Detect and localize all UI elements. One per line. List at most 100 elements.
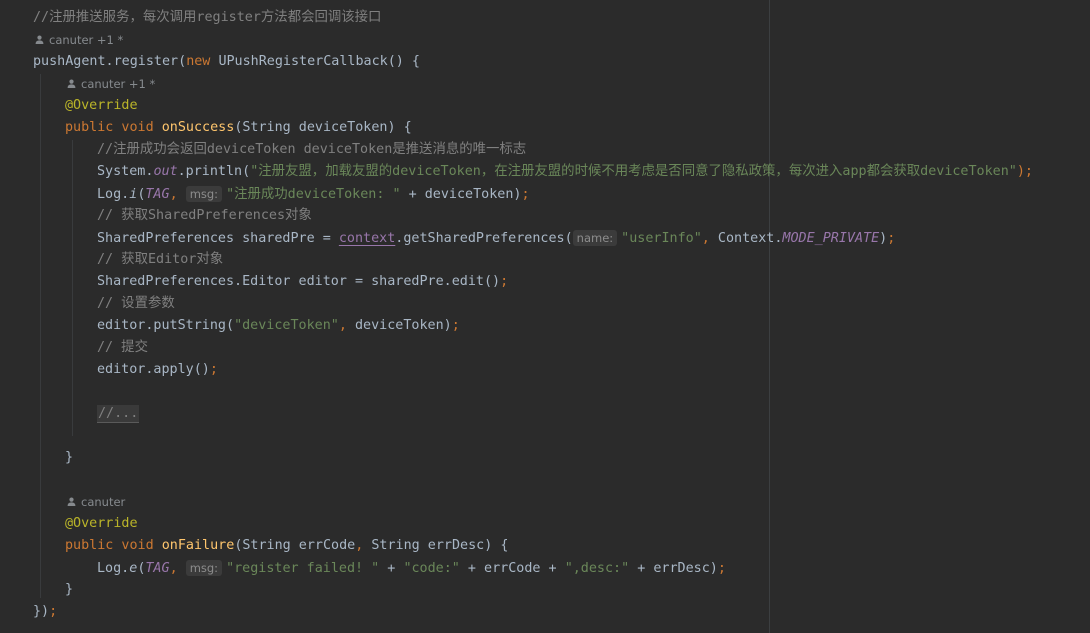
- code-token: SharedPreferences sharedPre =: [97, 231, 339, 246]
- code-line: public void onFailure(String errCode, St…: [65, 535, 508, 557]
- code-token: }): [33, 604, 50, 619]
- code-token: pushAgent.register(: [33, 54, 187, 69]
- code-token: ;: [717, 561, 726, 576]
- code-line: pushAgent.register(new UPushRegisterCall…: [33, 51, 420, 73]
- indent-guide: [40, 74, 41, 598]
- code-token: "注册友盟，加载友盟的deviceToken，在注册友盟的时候不用考虑是否同意了…: [250, 164, 1017, 179]
- code-token: "userInfo": [621, 231, 702, 246]
- code-token: editor.apply(): [97, 362, 210, 377]
- code-token: onSuccess: [161, 120, 235, 135]
- code-token: Context.: [717, 231, 783, 246]
- author-label[interactable]: canuter +1 *: [81, 77, 155, 91]
- person-icon: [67, 79, 76, 88]
- code-line: @Override: [65, 95, 138, 117]
- code-line: });: [33, 601, 57, 623]
- code-token: (String deviceToken) {: [234, 120, 412, 135]
- author-annotation: canuter: [67, 491, 125, 513]
- code-line: editor.apply();: [97, 359, 218, 381]
- code-token: TAG: [145, 561, 170, 576]
- code-line: //注册推送服务，每次调用register方法都会回调该接口: [33, 7, 381, 29]
- code-token: UPushRegisterCallback() {: [218, 54, 420, 69]
- code-line: editor.putString("deviceToken", deviceTo…: [97, 315, 460, 337]
- code-token: ;: [887, 231, 896, 246]
- code-line: // 设置参数: [97, 293, 175, 315]
- code-token: out: [153, 164, 178, 179]
- person-icon: [35, 35, 44, 44]
- code-token: editor.putString(: [97, 318, 235, 333]
- code-token: "注册成功deviceToken: ": [226, 187, 401, 202]
- parameter-hint: msg:: [185, 560, 223, 576]
- code-token: MODE_PRIVATE: [782, 231, 880, 246]
- code-token: );: [1016, 164, 1033, 179]
- code-token: @Override: [65, 516, 138, 531]
- code-line: Log.e(TAG, msg: "register failed! " + "co…: [97, 557, 726, 579]
- code-editor[interactable]: //注册推送服务，每次调用register方法都会回调该接口 canuter +1…: [0, 0, 1090, 633]
- code-token: ,: [355, 538, 372, 553]
- folded-code-block[interactable]: //...: [97, 405, 140, 423]
- code-token: +: [379, 561, 404, 576]
- code-line: // 提交: [97, 337, 148, 359]
- code-token: }: [65, 450, 74, 465]
- code-token: + errDesc): [629, 561, 718, 576]
- author-label[interactable]: canuter +1 *: [49, 33, 123, 47]
- code-token: ,: [169, 187, 186, 202]
- code-line: //...: [97, 403, 140, 425]
- code-line: SharedPreferences.Editor editor = shared…: [97, 271, 508, 293]
- code-token: Log.: [97, 561, 130, 576]
- code-token: context: [338, 231, 396, 246]
- author-annotation: canuter +1 *: [35, 29, 123, 51]
- code-line: System.out.println("注册友盟，加载友盟的deviceToke…: [97, 161, 1033, 183]
- code-token: (String errCode: [234, 538, 356, 553]
- code-token: // 提交: [97, 340, 148, 355]
- code-token: Log.: [97, 187, 130, 202]
- right-margin-guide: [769, 0, 770, 633]
- parameter-hint: msg:: [185, 186, 223, 202]
- code-line: SharedPreferences sharedPre = context.ge…: [97, 227, 895, 249]
- code-token: + errCode +: [459, 561, 565, 576]
- code-token: ,: [338, 318, 355, 333]
- code-token: "code:": [403, 561, 460, 576]
- code-token: public void: [65, 120, 162, 135]
- code-token: //注册成功会返回deviceToken deviceToken是推送消息的唯一…: [97, 142, 527, 157]
- code-token: System.: [97, 164, 154, 179]
- parameter-hint: name:: [572, 230, 618, 246]
- code-token: ;: [500, 274, 509, 289]
- code-token: .println(: [177, 164, 251, 179]
- code-token: onFailure: [161, 538, 235, 553]
- code-token: ;: [521, 187, 530, 202]
- code-token: "register failed! ": [226, 561, 380, 576]
- code-line: // 获取Editor对象: [97, 249, 223, 271]
- code-line: Log.i(TAG, msg: "注册成功deviceToken: " + dev…: [97, 183, 530, 205]
- person-icon: [67, 497, 76, 506]
- code-line: }: [65, 447, 73, 469]
- code-token: ;: [451, 318, 460, 333]
- code-token: TAG: [145, 187, 170, 202]
- code-token: new: [186, 54, 219, 69]
- code-token: + deviceToken): [400, 187, 522, 202]
- code-line: public void onSuccess(String deviceToken…: [65, 117, 412, 139]
- code-line: @Override: [65, 513, 138, 535]
- code-token: deviceToken): [355, 318, 452, 333]
- code-token: ;: [49, 604, 58, 619]
- code-token: "deviceToken": [234, 318, 339, 333]
- code-token: // 设置参数: [97, 296, 175, 311]
- code-token: //注册推送服务，每次调用register方法都会回调该接口: [33, 10, 382, 25]
- code-token: SharedPreferences.Editor editor = shared…: [97, 274, 501, 289]
- code-token: // 获取SharedPreferences对象: [97, 208, 312, 223]
- code-token: // 获取Editor对象: [97, 252, 224, 267]
- code-token: }: [65, 582, 74, 597]
- code-line: }: [65, 579, 73, 601]
- code-token: ;: [209, 362, 218, 377]
- code-token: public void: [65, 538, 162, 553]
- code-token: ",desc:": [564, 561, 630, 576]
- code-token: @Override: [65, 98, 138, 113]
- code-line: // 获取SharedPreferences对象: [97, 205, 312, 227]
- code-token: String errDesc) {: [371, 538, 509, 553]
- code-line: //注册成功会返回deviceToken deviceToken是推送消息的唯一…: [97, 139, 526, 161]
- author-label[interactable]: canuter: [81, 495, 125, 509]
- indent-guide: [72, 140, 73, 436]
- code-token: ,: [701, 231, 718, 246]
- author-annotation: canuter +1 *: [67, 73, 155, 95]
- code-token: ,: [169, 561, 186, 576]
- code-token: .getSharedPreferences(: [395, 231, 573, 246]
